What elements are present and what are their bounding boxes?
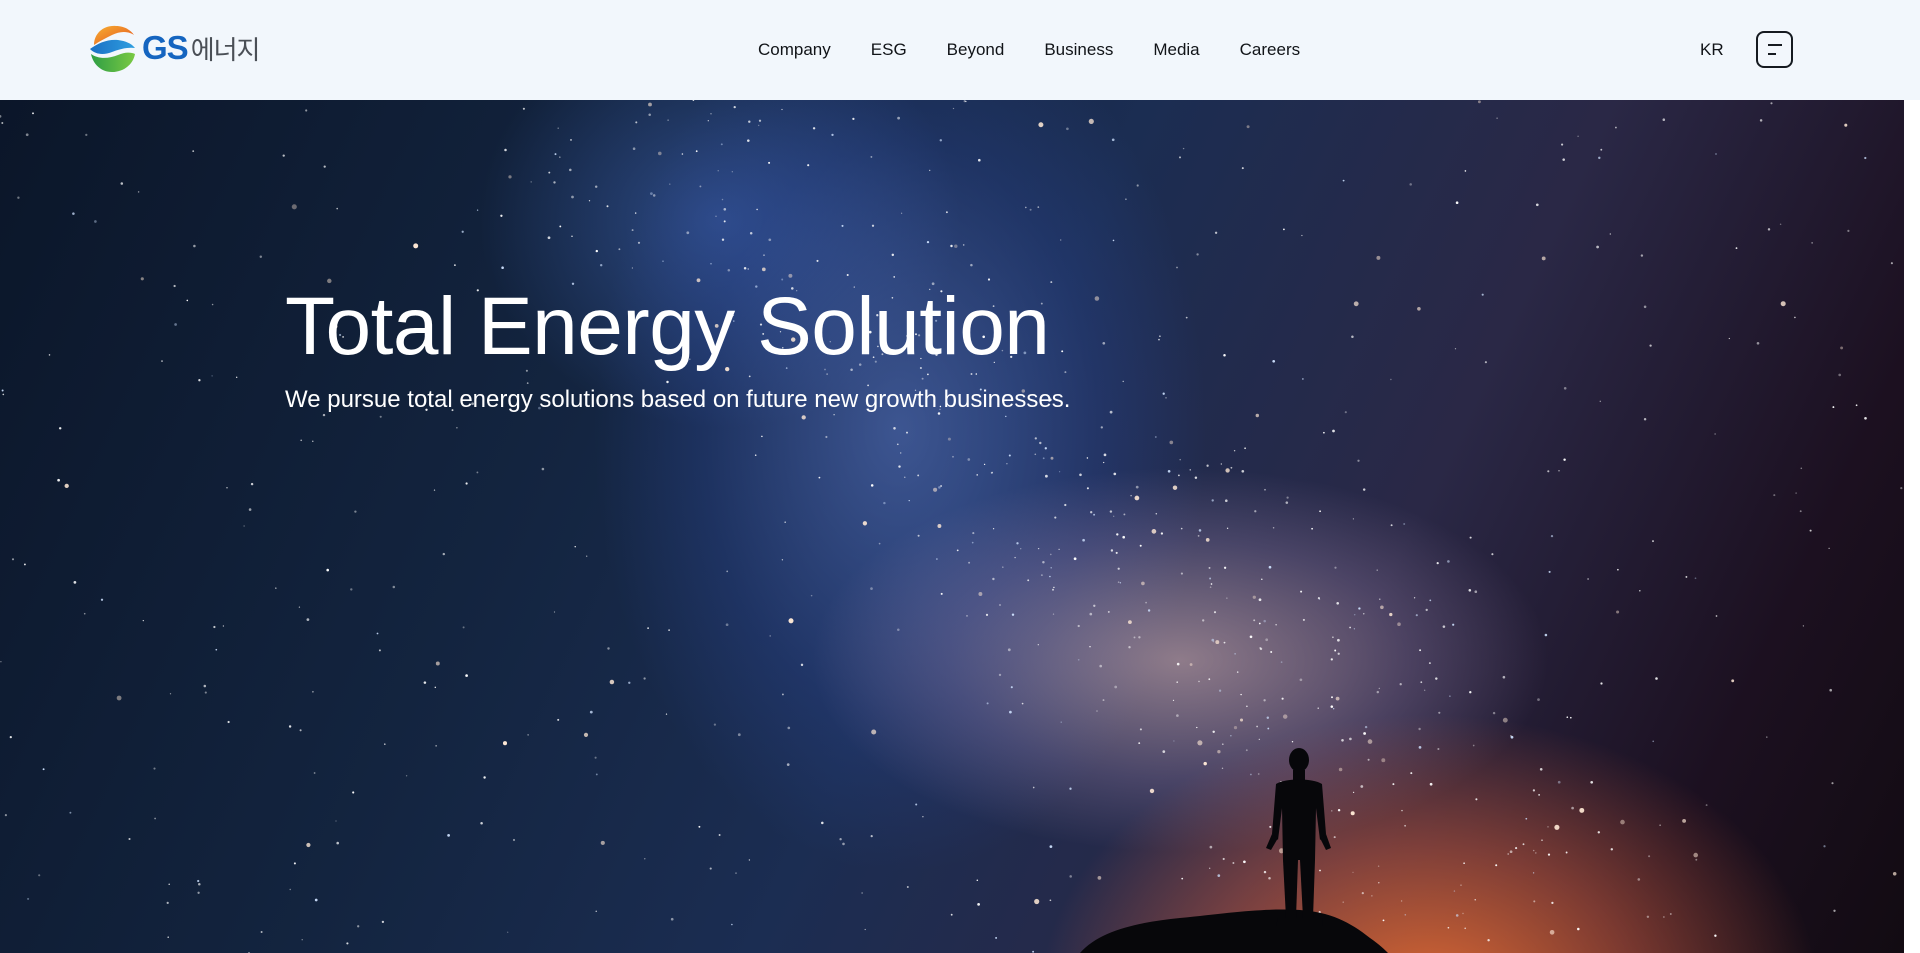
nav-item-beyond[interactable]: Beyond [947, 40, 1005, 60]
language-switch[interactable]: KR [1700, 0, 1724, 100]
nav-item-media[interactable]: Media [1153, 40, 1199, 60]
main-navigation: Company ESG Beyond Business Media Career… [758, 0, 1300, 100]
nav-item-esg[interactable]: ESG [871, 40, 907, 60]
site-header: GS 에너지 Company ESG Beyond Business Media… [0, 0, 1920, 100]
hero-banner: Total Energy Solution We pursue total en… [0, 100, 1904, 953]
logo-wordmark-latin: GS [142, 29, 189, 66]
nav-item-business[interactable]: Business [1044, 40, 1113, 60]
nav-item-careers[interactable]: Careers [1240, 40, 1300, 60]
scrollbar-track[interactable] [1904, 100, 1920, 953]
nav-item-company[interactable]: Company [758, 40, 831, 60]
logo-wordmark-korean: 에너지 [190, 35, 261, 66]
menu-button[interactable] [1756, 31, 1793, 68]
gs-energy-logo[interactable]: GS 에너지 [88, 22, 261, 74]
gs-logo-icon [90, 25, 135, 72]
person-silhouette-on-hill [1080, 748, 1388, 953]
